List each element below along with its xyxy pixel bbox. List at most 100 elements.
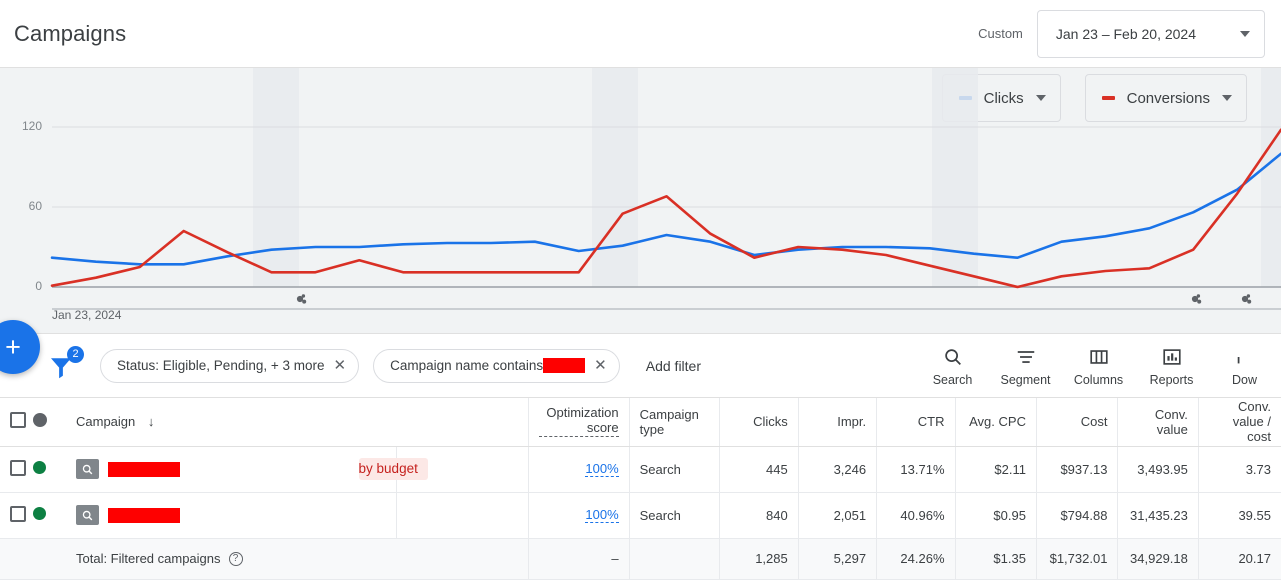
- search-campaign-type-icon: [76, 505, 99, 525]
- campaign-status-cell: [396, 492, 529, 539]
- row-select-cell: [0, 446, 33, 493]
- filter-toolbar: 2 Status: Eligible, Pending, + 3 more ✕ …: [0, 334, 1281, 398]
- reports-icon: [1162, 349, 1181, 365]
- avg-cpc-header[interactable]: Avg. CPC: [955, 398, 1037, 447]
- campaign-header-label: Campaign: [76, 414, 136, 430]
- total-cost: $1,732.01: [1036, 538, 1119, 580]
- daterange-value: Jan 23 – Feb 20, 2024: [1055, 25, 1196, 42]
- optimization-score-header-label: Optimization score: [538, 405, 619, 438]
- row-checkbox[interactable]: [10, 459, 26, 476]
- conv-value-cell: 31,435.23: [1117, 492, 1199, 539]
- redaction-bar: [108, 461, 180, 477]
- columns-icon: [1089, 350, 1108, 364]
- clicks-header[interactable]: Clicks: [719, 398, 799, 447]
- daterange-picker[interactable]: Jan 23 – Feb 20, 2024: [1036, 9, 1265, 58]
- total-clicks: 1,285: [719, 538, 799, 580]
- tool-download[interactable]: Dow: [1208, 340, 1281, 387]
- tool-label-download: Dow: [1231, 373, 1257, 387]
- status-dot-icon: [33, 413, 47, 428]
- campaign-type-cell: Search: [629, 492, 721, 539]
- y-axis-tick: 120: [21, 119, 42, 133]
- search-campaign-type-icon: [76, 459, 99, 479]
- tool-label-search: Search: [932, 373, 973, 387]
- ctr-cell: 13.71%: [876, 446, 956, 493]
- table-body: by budget 100% Search 445 3,246 13.71% $2.11 $9…: [0, 446, 1281, 580]
- optimization-score-link[interactable]: 100%: [585, 461, 619, 478]
- impr-cell: 3,246: [798, 446, 878, 493]
- tool-columns[interactable]: Columns: [1062, 340, 1135, 387]
- page-header: Campaigns Custom Jan 23 – Feb 20, 2024: [0, 0, 1281, 68]
- y-axis-tick: 0: [35, 279, 42, 293]
- campaigns-table: Campaign ↓ Optimization score Campaign t…: [0, 398, 1281, 581]
- tool-segment[interactable]: Segment: [989, 340, 1062, 387]
- total-ctr: 24.26%: [876, 538, 956, 580]
- select-all-checkbox[interactable]: [10, 412, 26, 429]
- optimization-score-header[interactable]: Optimization score: [528, 398, 630, 447]
- conv-value-header[interactable]: Conv. value: [1117, 398, 1199, 447]
- close-icon[interactable]: ✕: [334, 358, 347, 373]
- table-row[interactable]: by budget 100% Search 445 3,246 13.71% $2.11 $9…: [0, 446, 1281, 493]
- campaign-status-cell: by budget: [358, 446, 529, 493]
- optimization-score-cell[interactable]: 100%: [528, 446, 630, 493]
- chevron-down-icon: [1240, 30, 1250, 37]
- total-label-cell: Total: Filtered campaigns?: [66, 538, 529, 580]
- table-tools: Search Segment Columns Reports Dow: [916, 340, 1281, 387]
- avg-cpc-cell: $2.11: [955, 446, 1037, 493]
- cost-cell: $937.13: [1036, 446, 1119, 493]
- y-axis-tick: 60: [28, 199, 42, 213]
- x-axis-start-label: Jan 23, 2024: [52, 308, 122, 322]
- total-label: Total: Filtered campaigns: [76, 550, 221, 566]
- filter-chip-status[interactable]: Status: Eligible, Pending, + 3 more ✕: [100, 348, 360, 383]
- limited-by-budget-badge[interactable]: by budget: [358, 458, 428, 480]
- impr-header[interactable]: Impr.: [798, 398, 878, 447]
- conv-value-cost-header[interactable]: Conv. value / cost: [1198, 398, 1281, 447]
- filter-count-badge: 2: [67, 345, 84, 363]
- campaign-name-cell[interactable]: [66, 492, 397, 539]
- segment-icon: [1017, 351, 1034, 363]
- row-select-cell: [0, 492, 33, 539]
- total-spacer: [0, 538, 33, 580]
- table-header-row: Campaign ↓ Optimization score Campaign t…: [0, 398, 1281, 447]
- total-avg-cpc: $1.35: [955, 538, 1037, 580]
- status-header: [33, 398, 66, 447]
- optimization-score-link[interactable]: 100%: [585, 507, 619, 524]
- filter-chip-campaign-name[interactable]: Campaign name contains ✕: [373, 348, 620, 383]
- tool-reports[interactable]: Reports: [1135, 340, 1208, 387]
- daterange-control: Custom Jan 23 – Feb 20, 2024: [978, 9, 1265, 58]
- page-title: Campaigns: [14, 20, 127, 46]
- avg-cpc-cell: $0.95: [955, 492, 1037, 539]
- chart-svg: [50, 68, 1281, 310]
- total-impr: 5,297: [798, 538, 878, 580]
- filter-icon[interactable]: 2: [46, 345, 86, 386]
- row-checkbox[interactable]: [10, 505, 26, 522]
- clicks-cell: 445: [719, 446, 799, 493]
- row-status-cell: [33, 492, 66, 539]
- campaigns-page: Campaigns Custom Jan 23 – Feb 20, 2024 C…: [0, 0, 1281, 581]
- download-icon: [1237, 357, 1239, 364]
- daterange-label: Custom: [978, 26, 1023, 41]
- conv-value-cell: 3,493.95: [1117, 446, 1199, 493]
- clicks-cell: 840: [719, 492, 799, 539]
- campaign-header[interactable]: Campaign ↓: [66, 398, 529, 447]
- total-optimization-score: –: [528, 538, 630, 580]
- impr-cell: 2,051: [798, 492, 878, 539]
- campaign-name-cell[interactable]: [66, 446, 397, 493]
- ctr-header[interactable]: CTR: [876, 398, 956, 447]
- search-icon: [944, 349, 961, 365]
- campaign-type-header[interactable]: Campaign type: [629, 398, 721, 447]
- optimization-score-cell[interactable]: 100%: [528, 492, 630, 539]
- table-row[interactable]: 100% Search 840 2,051 40.96% $0.95 $794.88 31,4…: [0, 492, 1281, 539]
- tool-label-reports: Reports: [1149, 373, 1194, 387]
- close-icon[interactable]: ✕: [594, 358, 607, 373]
- cost-header[interactable]: Cost: [1036, 398, 1119, 447]
- status-dot-icon: [33, 507, 46, 520]
- tool-label-segment: Segment: [1000, 373, 1051, 387]
- add-filter-button[interactable]: Add filter: [646, 358, 701, 374]
- redaction-bar: [108, 507, 180, 523]
- help-icon[interactable]: ?: [228, 552, 243, 567]
- tool-search[interactable]: Search: [916, 340, 989, 387]
- chart-plot[interactable]: 120 60 0: [0, 68, 1281, 334]
- tool-label-columns: Columns: [1073, 373, 1124, 387]
- performance-chart-region: Clicks Conversions 120 60 0 Jan 23, 2024: [0, 68, 1281, 334]
- total-campaign-type: [629, 538, 721, 580]
